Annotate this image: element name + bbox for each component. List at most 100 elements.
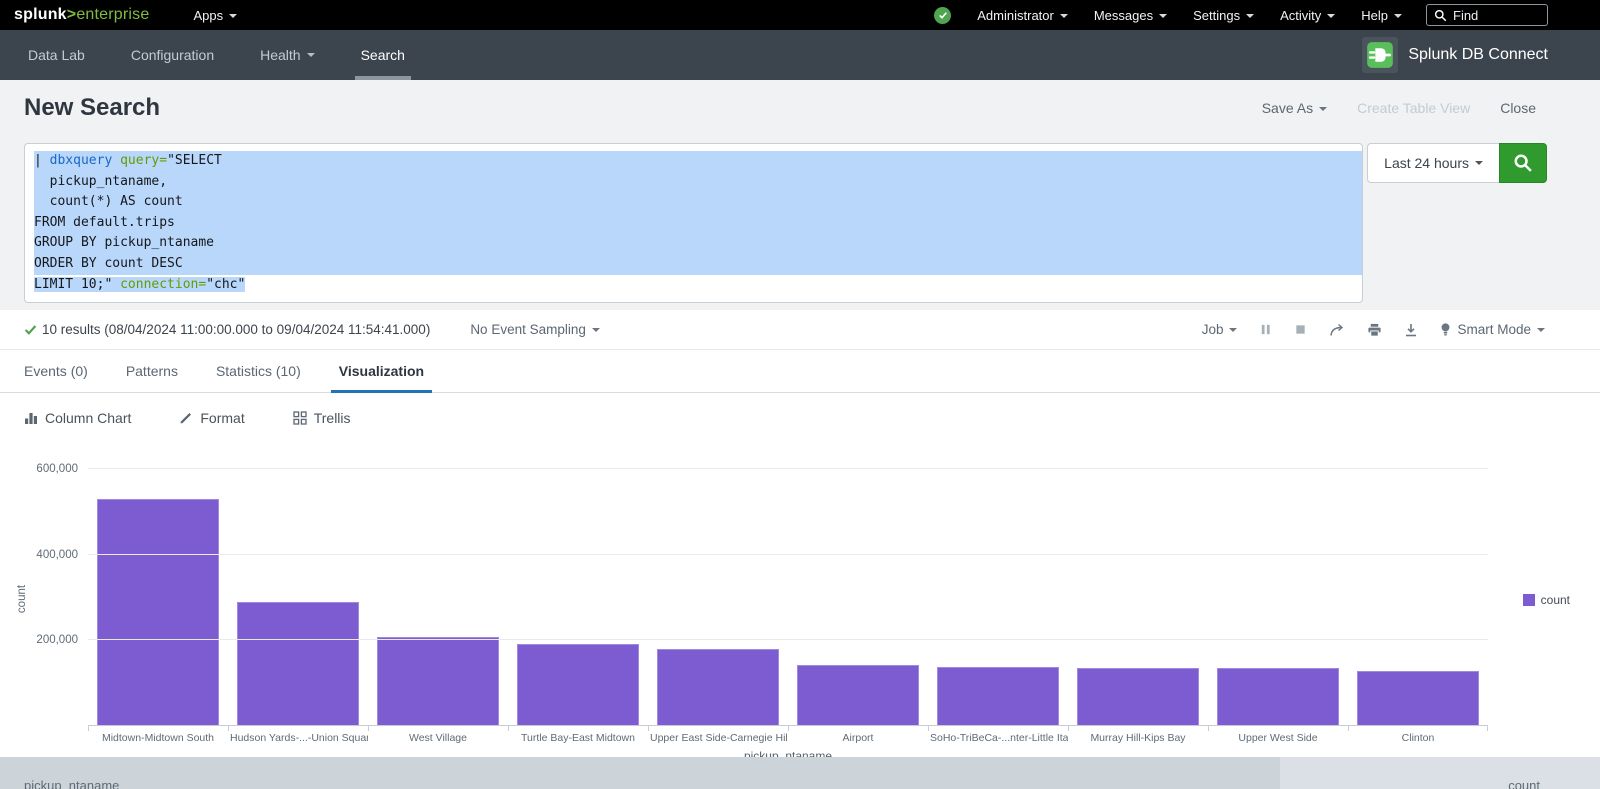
nav-item-search[interactable]: Search [361,30,405,80]
splunk-db-connect-search-page: { "topbar": { "logo": { "splunk": "splun… [0,0,1600,789]
create-table-view-label: Create Table View [1357,100,1470,116]
bar-SoHo-TriBeCa-...nter-Little Italy[interactable] [937,667,1059,725]
bar-Murray Hill-Kips Bay[interactable] [1077,668,1199,726]
app-navbar: Data Lab Configuration Health Search Spl… [0,30,1600,80]
nav-health-label: Health [260,47,300,63]
table-column-label: pickup_ntaname [24,778,119,789]
table-column-pickup-ntaname[interactable]: pickup_ntaname [0,757,1280,789]
visualization-toolbar: Column Chart Format Trellis [0,393,1600,443]
caret-down-icon [1159,14,1167,18]
top-navbar: splunk>enterprise Apps Administrator Mes… [0,0,1600,30]
results-tabs: Events (0) Patterns Statistics (10) Visu… [0,350,1600,393]
page-title: New Search [24,94,160,122]
nav-item-data-lab[interactable]: Data Lab [28,30,85,80]
export-button[interactable] [1404,323,1418,337]
bar-cell [88,469,228,725]
logo-gt-text: > [67,6,77,23]
caret-down-icon [229,14,237,18]
caret-down-icon [1327,14,1335,18]
event-sampling-dropdown[interactable]: No Event Sampling [470,322,600,337]
apps-menu-label: Apps [193,8,223,23]
bar-cell [368,469,508,725]
x-axis-tick [368,725,369,731]
column-chart-icon [24,411,38,425]
search-mode-dropdown[interactable]: Smart Mode [1440,322,1545,337]
bar-Turtle Bay-East Midtown[interactable] [517,644,639,725]
save-as-label: Save As [1262,100,1313,116]
gridline [88,554,1488,555]
help-menu[interactable]: Help [1361,8,1402,23]
x-axis-tick [1348,725,1349,731]
bar-cell [648,469,788,725]
pause-button[interactable] [1259,323,1272,336]
tab-statistics[interactable]: Statistics (10) [216,350,301,392]
trellis-button[interactable]: Trellis [293,410,351,426]
tab-events[interactable]: Events (0) [24,350,88,392]
search-query-editor[interactable]: | dbxquery query="SELECT pickup_ntaname,… [24,143,1363,303]
bar-Hudson Yards-...-Union Square[interactable] [237,602,359,725]
close-label: Close [1500,100,1536,116]
print-button[interactable] [1367,323,1382,337]
health-status-badge[interactable] [934,7,951,24]
activity-menu[interactable]: Activity [1280,8,1335,23]
help-menu-label: Help [1361,8,1388,23]
bar-Upper West Side[interactable] [1217,668,1339,725]
bar-cell [1208,469,1348,725]
statistics-table-header: pickup_ntaname count [0,757,1600,789]
format-label: Format [200,410,244,426]
find-input[interactable] [1453,8,1539,23]
bar-Upper East Side-Carnegie Hill[interactable] [657,649,779,725]
format-button[interactable]: Format [179,410,244,426]
caret-down-icon [1394,14,1402,18]
print-icon [1367,323,1382,337]
x-axis-category-label: Midtown-Midtown South [88,732,228,744]
caret-down-icon [1246,14,1254,18]
logo-splunk-text: splunk [14,6,67,23]
create-table-view-button[interactable]: Create Table View [1357,100,1470,116]
tab-visualization[interactable]: Visualization [339,350,424,392]
bar-Clinton[interactable] [1357,671,1479,726]
search-icon [1434,9,1447,22]
x-axis-labels: Midtown-Midtown SouthHudson Yards-...-Un… [88,732,1488,744]
share-icon [1329,323,1345,337]
logo-enterprise-text: enterprise [76,6,149,23]
close-button[interactable]: Close [1500,100,1536,116]
bar-Airport[interactable] [797,665,919,725]
app-identity[interactable]: Splunk DB Connect [1362,37,1548,73]
administrator-menu[interactable]: Administrator [977,8,1068,23]
caret-down-icon [1229,328,1237,332]
app-name: Splunk DB Connect [1408,46,1548,64]
share-button[interactable] [1329,323,1345,337]
tab-patterns[interactable]: Patterns [126,350,178,392]
chart-type-button[interactable]: Column Chart [24,410,131,426]
db-connect-app-icon [1362,37,1398,73]
page-header: New Search Save As Create Table View Clo… [0,80,1600,135]
splunk-logo[interactable]: splunk>enterprise [14,6,149,24]
messages-menu[interactable]: Messages [1094,8,1167,23]
stop-button[interactable] [1294,323,1307,336]
x-axis-category-label: Airport [788,732,928,744]
x-axis-tick [648,725,649,731]
save-as-button[interactable]: Save As [1262,100,1327,116]
nav-item-health[interactable]: Health [260,30,314,80]
caret-down-icon [1319,107,1327,111]
results-summary: 10 results (08/04/2024 11:00:00.000 to 0… [24,322,430,337]
bar-West Village[interactable] [377,637,499,725]
search-submit-button[interactable] [1499,143,1547,183]
y-axis-tick-label: 200,000 [0,634,78,646]
chart-legend[interactable]: count [1523,593,1570,607]
job-menu[interactable]: Job [1202,322,1238,337]
time-range-picker[interactable]: Last 24 hours [1367,143,1499,183]
chart-bars [88,469,1488,725]
find-search-box[interactable] [1426,4,1548,26]
nav-data-lab-label: Data Lab [28,47,85,63]
settings-menu[interactable]: Settings [1193,8,1254,23]
chart-plot: Midtown-Midtown SouthHudson Yards-...-Un… [88,469,1488,726]
nav-item-configuration[interactable]: Configuration [131,30,214,80]
tab-visualization-label: Visualization [339,363,424,379]
caret-down-icon [1475,161,1483,165]
apps-menu[interactable]: Apps [193,8,237,23]
gridline [88,468,1488,469]
table-column-count[interactable]: count [1280,757,1600,789]
bar-Midtown-Midtown South[interactable] [97,499,219,725]
